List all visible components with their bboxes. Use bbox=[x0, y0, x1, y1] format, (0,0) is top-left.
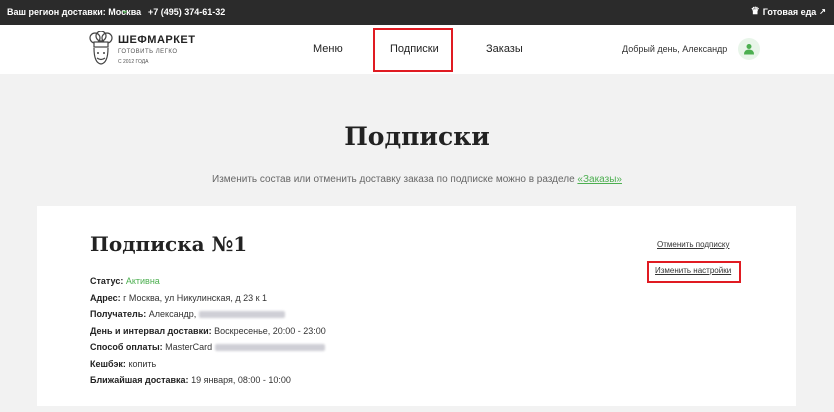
greeting: Добрый день, Александр bbox=[622, 44, 728, 54]
status-label: Статус: bbox=[90, 276, 124, 286]
address-value: г Москва, ул Никулинская, д 23 к 1 bbox=[123, 292, 268, 303]
subscription-details: Статус: Активна Адрес: г Москва, ул Нику… bbox=[90, 273, 326, 389]
chevron-down-icon[interactable]: ⌄ bbox=[121, 5, 129, 16]
redacted-phone bbox=[198, 311, 285, 319]
subscription-title: Подписка №1 bbox=[90, 232, 248, 256]
redacted-card-number bbox=[214, 344, 325, 352]
next-delivery-value: 19 января, 08:00 - 10:00 bbox=[191, 375, 291, 385]
recipient-value: Александр, bbox=[148, 309, 197, 319]
phone-number[interactable]: +7 (495) 374-61-32 bbox=[148, 7, 225, 17]
chef-hat-icon: ♛ bbox=[750, 6, 760, 17]
subtitle-text: Изменить состав или отменить доставку за… bbox=[212, 174, 575, 185]
logo-since: С 2012 ГОДА bbox=[118, 59, 149, 65]
payment-row: Способ оплаты: MasterCard bbox=[90, 339, 326, 356]
logo[interactable]: ШЕФМАРКЕТ ГОТОВИТЬ ЛЕГКО С 2012 ГОДА bbox=[88, 31, 198, 71]
page-title: Подписки bbox=[344, 122, 490, 151]
logo-brand: ШЕФМАРКЕТ bbox=[118, 34, 196, 46]
recipient-row: Получатель: Александр, bbox=[90, 306, 326, 323]
top-bar: Ваш регион доставки: Москва ⌄ +7 (495) 3… bbox=[0, 0, 834, 25]
logo-slogan: ГОТОВИТЬ ЛЕГКО bbox=[118, 49, 178, 55]
cashback-row: Кешбэк: копить bbox=[90, 356, 326, 373]
payment-label: Способ оплаты: bbox=[90, 342, 163, 352]
cashback-label: Кешбэк: bbox=[90, 358, 126, 369]
status-row: Статус: Активна bbox=[90, 273, 326, 290]
next-delivery-row: Ближайшая доставка: 19 января, 08:00 - 1… bbox=[90, 372, 326, 389]
subscription-card: Подписка №1 Статус: Активна Адрес: г Мос… bbox=[37, 206, 796, 406]
orders-link[interactable]: «Заказы» bbox=[577, 174, 622, 185]
address-row: Адрес: г Москва, ул Никулинская, д 23 к … bbox=[90, 290, 326, 307]
nav-orders[interactable]: Заказы bbox=[486, 43, 523, 55]
ready-food-link[interactable]: ♛ Готовая еда ↗ bbox=[751, 6, 826, 17]
next-delivery-label: Ближайшая доставка: bbox=[90, 375, 189, 385]
interval-value: Воскресенье, 20:00 - 23:00 bbox=[214, 325, 326, 336]
chef-logo-icon bbox=[89, 31, 113, 65]
subscriptions-highlight bbox=[373, 28, 453, 72]
user-avatar[interactable] bbox=[738, 38, 760, 60]
user-icon bbox=[744, 44, 754, 55]
interval-row: День и интервал доставки: Воскресенье, 2… bbox=[90, 323, 326, 340]
nav-menu[interactable]: Меню bbox=[313, 43, 343, 55]
payment-value: MasterCard bbox=[165, 342, 213, 352]
ready-food-label: Готовая еда bbox=[762, 6, 817, 17]
cashback-value: копить bbox=[128, 358, 157, 369]
cancel-subscription-link[interactable]: Отменить подписку bbox=[657, 240, 729, 249]
change-settings-link[interactable]: Изменить настройки bbox=[655, 266, 731, 275]
interval-label: День и интервал доставки: bbox=[90, 325, 212, 336]
page-subtitle: Изменить состав или отменить доставку за… bbox=[0, 174, 834, 185]
status-value: Активна bbox=[125, 276, 160, 286]
address-label: Адрес: bbox=[90, 292, 121, 303]
external-link-icon: ↗ bbox=[819, 7, 826, 16]
recipient-label: Получатель: bbox=[90, 309, 147, 319]
